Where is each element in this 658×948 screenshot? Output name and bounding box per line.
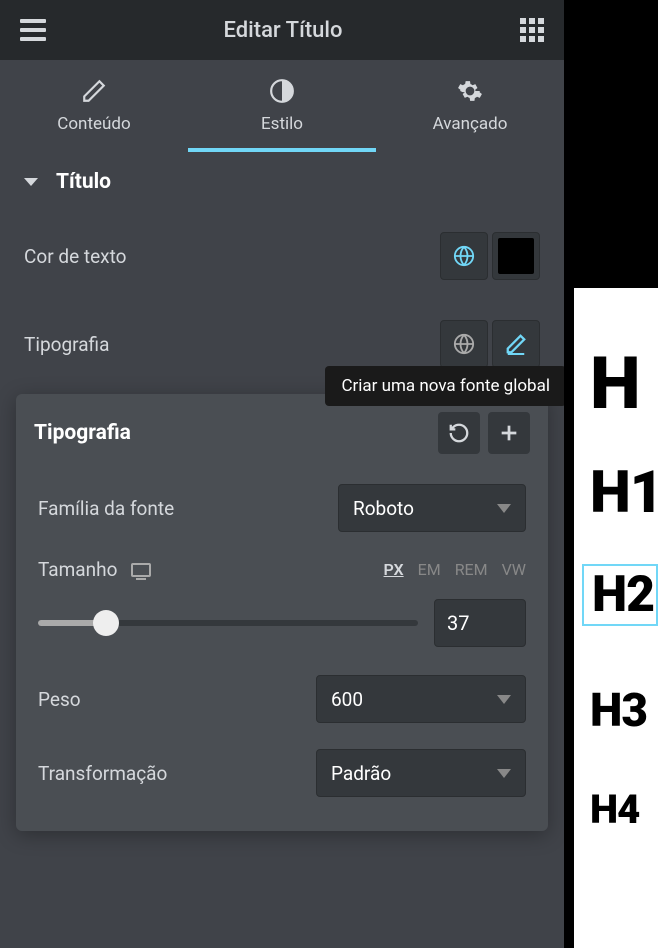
chevron-down-icon [24,178,38,186]
heading-preview-h0[interactable]: H [574,348,658,420]
panel-title: Editar Título [224,18,343,43]
gear-icon [457,78,483,104]
size-label: Tamanho [38,558,117,581]
popover-actions [438,412,530,454]
heading-preview-h1[interactable]: H1 [574,464,658,522]
transform-label: Transformação [38,762,167,785]
weight-row: Peso 600 [38,675,526,723]
heading-preview-h3[interactable]: H3 [574,688,658,734]
size-slider-row: 37 [38,599,526,647]
weight-value: 600 [331,688,363,711]
add-global-font-button[interactable] [488,412,530,454]
preview-canvas: H H1 H2 H3 H4 [564,0,658,948]
tab-label: Estilo [261,114,303,134]
panel-header: Editar Título [0,0,564,60]
transform-value: Padrão [331,762,391,785]
transform-row: Transformação Padrão [38,749,526,797]
typography-label: Tipografia [24,333,109,356]
heading-preview-h4[interactable]: H4 [574,790,658,830]
font-family-select[interactable]: Roboto [338,484,526,532]
size-value: 37 [447,611,469,635]
color-swatch [498,238,534,274]
slider-thumb[interactable] [93,610,119,636]
font-family-row: Família da fonte Roboto [38,484,526,532]
control-text-color: Cor de texto [0,212,564,300]
text-color-controls [440,232,540,280]
content-area: Título Cor de texto Tipografia [0,152,564,948]
global-typography-button[interactable] [440,320,488,368]
popover-title: Tipografia [34,421,131,445]
unit-rem[interactable]: REM [455,560,488,579]
reset-button[interactable] [438,412,480,454]
chevron-down-icon [497,504,511,513]
unit-vw[interactable]: VW [502,560,526,579]
typography-popover: Criar uma nova fonte global Tipografia F… [16,394,548,831]
size-header: Tamanho PX EM REM VW [38,558,526,581]
tooltip: Criar uma nova fonte global [325,366,564,406]
apps-icon[interactable] [520,18,544,42]
contrast-icon [269,78,295,104]
tab-style[interactable]: Estilo [188,60,376,152]
heading-preview-h2[interactable]: H2 [582,564,658,626]
unit-px[interactable]: PX [384,560,404,579]
popover-body: Família da fonte Roboto Tamanho PX EM [16,472,548,831]
unit-switcher: PX EM REM VW [384,560,526,579]
desktop-icon[interactable] [131,563,151,577]
editor-panel: Editar Título Conteúdo Estilo Avançado [0,0,564,948]
menu-icon[interactable] [20,19,46,41]
edit-typography-button[interactable] [492,320,540,368]
section-title: Título [56,170,111,194]
color-swatch-button[interactable] [492,232,540,280]
tab-label: Conteúdo [57,114,130,134]
typography-controls [440,320,540,368]
tab-bar: Conteúdo Estilo Avançado [0,60,564,152]
section-title-toggle[interactable]: Título [0,152,564,212]
unit-em[interactable]: EM [418,560,441,579]
weight-select[interactable]: 600 [316,675,526,723]
size-input[interactable]: 37 [434,599,526,647]
font-family-value: Roboto [353,497,414,520]
pencil-icon [81,78,107,104]
tab-advanced[interactable]: Avançado [376,60,564,152]
tab-label: Avançado [433,114,508,134]
transform-select[interactable]: Padrão [316,749,526,797]
chevron-down-icon [497,769,511,778]
font-family-label: Família da fonte [38,497,174,520]
tab-content[interactable]: Conteúdo [0,60,188,152]
chevron-down-icon [497,695,511,704]
global-color-button[interactable] [440,232,488,280]
preview-content: H H1 H2 H3 H4 [574,288,658,948]
text-color-label: Cor de texto [24,245,126,268]
size-slider[interactable] [38,620,418,626]
weight-label: Peso [38,688,81,711]
